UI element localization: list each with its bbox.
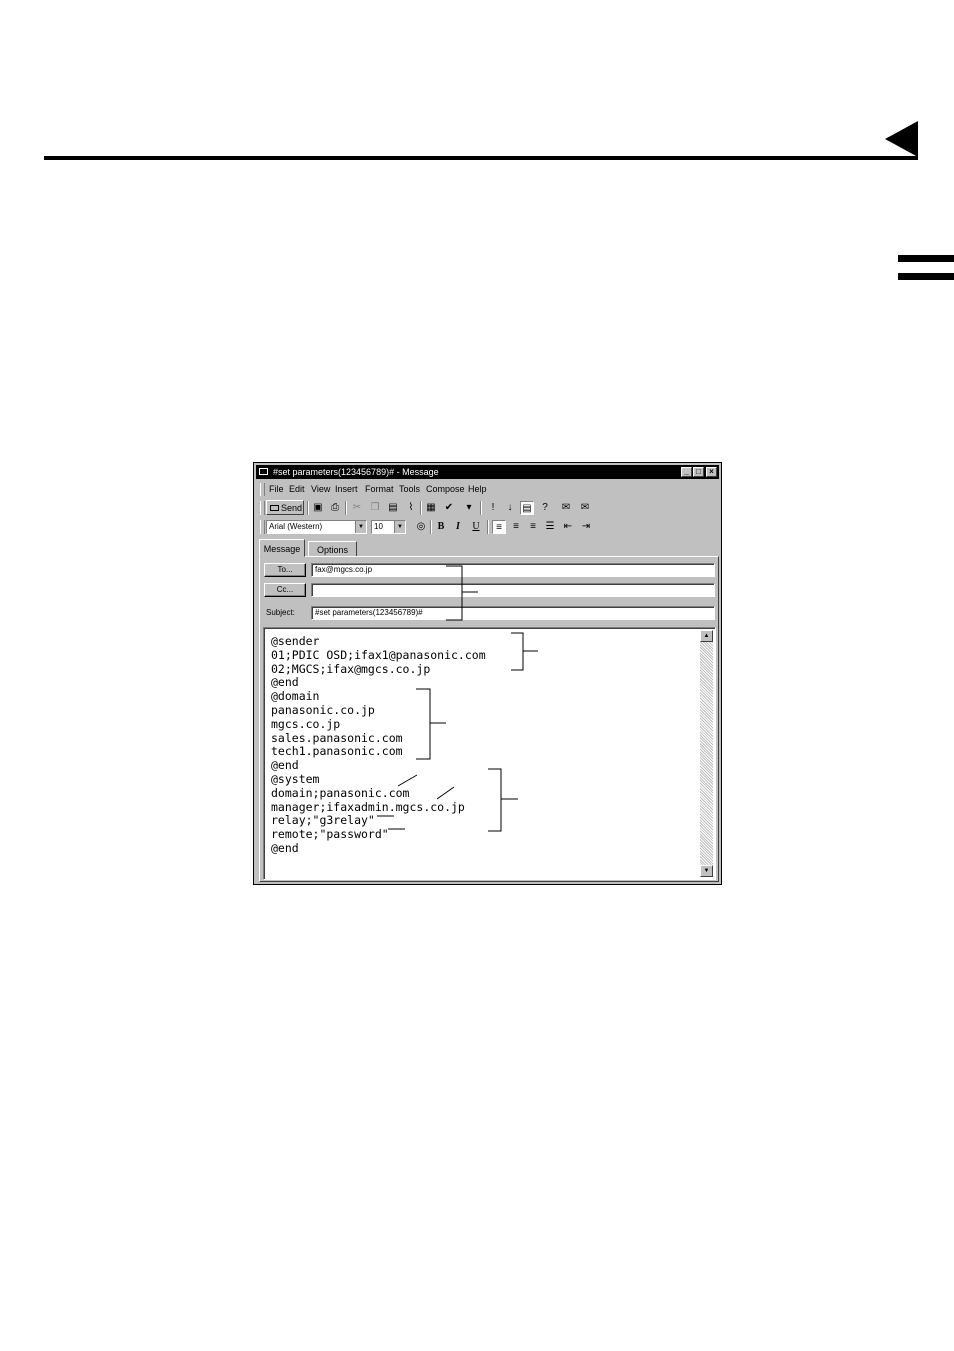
- tab-message[interactable]: Message: [259, 539, 305, 557]
- domain-pointer-line: [397, 774, 418, 787]
- sender-bracket: [511, 632, 524, 671]
- manager-pointer-line: [436, 786, 455, 800]
- domain-bracket: [416, 688, 431, 760]
- annotation-overlay: [377, 565, 538, 832]
- header-bracket: [446, 565, 463, 621]
- system-bracket: [488, 768, 502, 832]
